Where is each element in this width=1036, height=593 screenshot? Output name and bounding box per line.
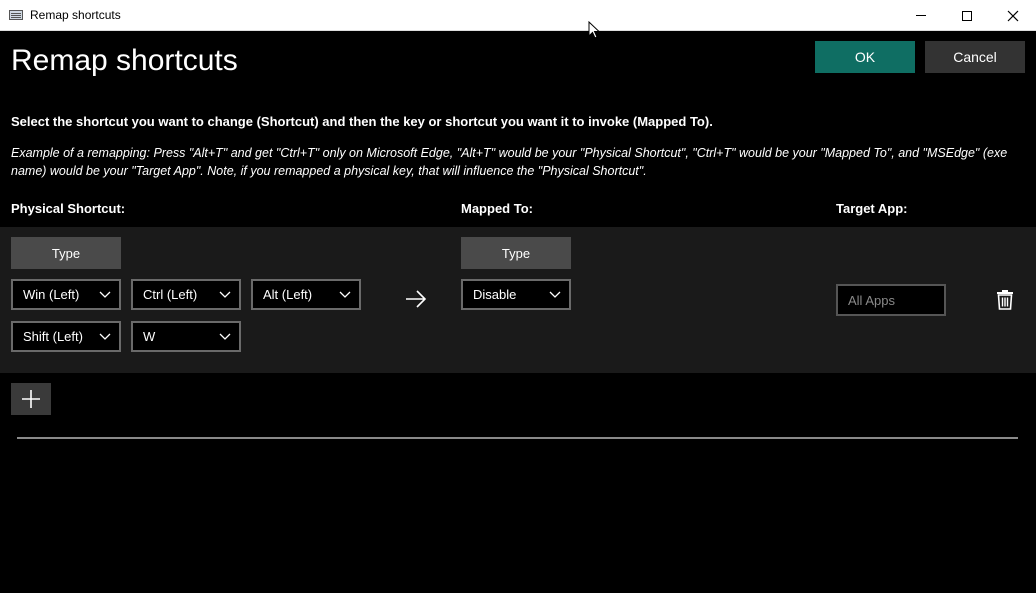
window-title: Remap shortcuts — [30, 8, 121, 22]
physical-key-dropdown-2[interactable]: Ctrl (Left) — [131, 279, 241, 310]
remap-shortcuts-window: Remap shortcuts Remap shortcuts OK Cance… — [0, 0, 1036, 593]
target-app-placeholder: All Apps — [848, 292, 895, 308]
mapped-to-header: Mapped To: — [461, 201, 533, 216]
chevron-down-icon — [549, 291, 561, 298]
dropdown-value: Ctrl (Left) — [143, 287, 198, 302]
arrow-right-icon — [406, 290, 427, 308]
physical-shortcut-header: Physical Shortcut: — [11, 201, 126, 216]
example-text: Example of a remapping: Press "Alt+T" an… — [11, 146, 1008, 178]
chevron-down-icon — [219, 333, 231, 340]
physical-key-dropdown-1[interactable]: Win (Left) — [11, 279, 121, 310]
close-button[interactable] — [990, 0, 1036, 31]
instruction-text: Select the shortcut you want to change (… — [11, 114, 713, 129]
physical-key-dropdown-4[interactable]: Shift (Left) — [11, 321, 121, 352]
ok-button[interactable]: OK — [815, 41, 915, 73]
trash-icon[interactable] — [996, 289, 1014, 310]
add-shortcut-button[interactable] — [11, 383, 51, 415]
physical-type-button[interactable]: Type — [11, 237, 121, 269]
keyboard-icon — [9, 10, 23, 20]
divider — [17, 437, 1018, 439]
chevron-down-icon — [219, 291, 231, 298]
target-app-input[interactable]: All Apps — [836, 284, 946, 316]
mapped-key-dropdown[interactable]: Disable — [461, 279, 571, 310]
mapped-type-button[interactable]: Type — [461, 237, 571, 269]
chevron-down-icon — [99, 333, 111, 340]
maximize-icon — [962, 10, 972, 21]
chevron-down-icon — [99, 291, 111, 298]
dropdown-value: W — [143, 329, 156, 344]
minimize-button[interactable] — [898, 0, 944, 31]
plus-icon — [22, 390, 40, 408]
physical-key-dropdown-3[interactable]: Alt (Left) — [251, 279, 361, 310]
physical-key-dropdown-5[interactable]: W — [131, 321, 241, 352]
target-app-header: Target App: — [836, 201, 908, 216]
dropdown-value: Alt (Left) — [263, 287, 313, 302]
chevron-down-icon — [339, 291, 351, 298]
page-title: Remap shortcuts — [11, 44, 238, 77]
maximize-button[interactable] — [944, 0, 990, 31]
title-bar: Remap shortcuts — [0, 0, 1036, 31]
dropdown-value: Shift (Left) — [23, 329, 83, 344]
minimize-icon — [916, 15, 926, 16]
dropdown-value: Win (Left) — [23, 287, 80, 302]
dropdown-value: Disable — [473, 287, 517, 302]
close-icon — [1007, 10, 1019, 21]
cancel-button[interactable]: Cancel — [925, 41, 1025, 73]
mouse-cursor-icon — [588, 21, 600, 39]
